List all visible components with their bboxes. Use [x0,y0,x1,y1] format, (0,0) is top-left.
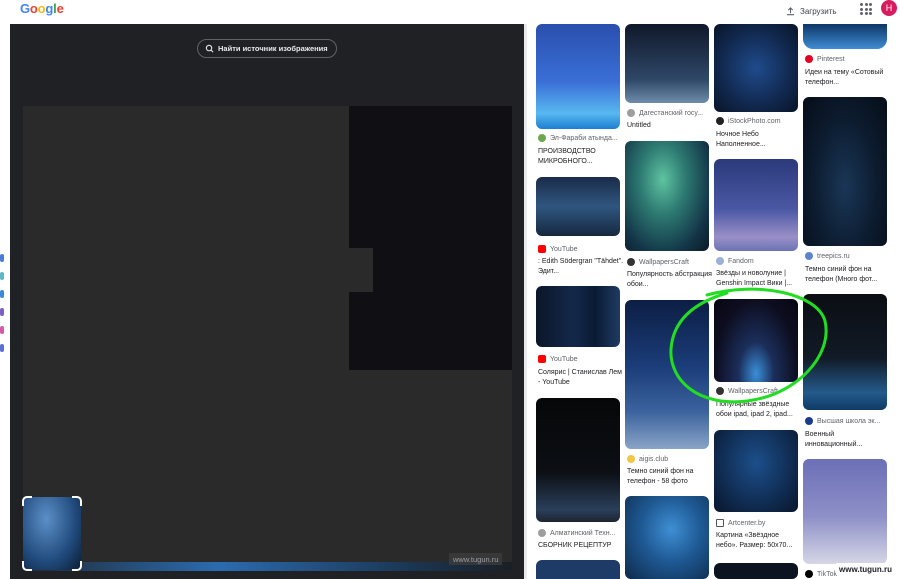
result-thumbnail[interactable] [625,141,709,251]
source-favicon [805,252,813,260]
apps-grid-icon[interactable] [860,3,872,15]
side-app-icon[interactable] [0,344,4,352]
result-thumbnail[interactable] [714,159,798,251]
upload-icon [786,6,795,15]
result-caption[interactable]: СБОРНИК РЕЦЕПТУР [538,541,624,551]
result-thumbnail[interactable] [536,24,620,129]
source-favicon [716,117,724,125]
crop-handle-bottom-right[interactable] [72,561,82,571]
left-side-strip [0,24,10,579]
result-thumbnail[interactable] [625,24,709,103]
result-thumbnail[interactable] [625,496,709,579]
image-dark-region [373,248,512,292]
result-source[interactable]: aigis.club [627,455,711,463]
result-caption[interactable]: ПРОИЗВОДСТВО МИКРОБНОГО... [538,147,624,167]
lens-icon [205,44,214,53]
source-favicon [716,257,724,265]
result-thumbnail[interactable] [625,300,709,449]
account-avatar[interactable]: Н [881,0,897,16]
source-favicon [716,387,724,395]
side-app-icon[interactable] [0,308,4,316]
visual-matches-grid: Эл-Фараби атында... ПРОИЗВОДСТВО МИКРОБН… [527,24,900,579]
result-source[interactable]: treepics.ru [805,252,889,260]
result-caption[interactable]: Картина «Звёздное небо». Размер: 50x70..… [716,531,802,551]
result-thumbnail[interactable] [714,563,798,579]
result-caption[interactable]: Популярные звёздные обои ipad, ipad 2, i… [716,400,802,420]
result-caption[interactable]: : Edith Södergran "Tähdet". Эдит... [538,257,624,277]
result-thumbnail[interactable] [536,286,620,347]
result-thumbnail[interactable] [714,430,798,512]
crop-handle-top-right[interactable] [72,496,82,506]
side-app-icon[interactable] [0,326,4,334]
result-thumbnail[interactable] [536,398,620,522]
image-dark-region [349,106,512,248]
result-source[interactable]: YouTube [538,355,622,363]
source-favicon [716,519,724,527]
logo-letter: o [29,1,38,16]
crop-selection-thumbnail[interactable] [23,497,81,570]
result-caption[interactable]: Untitled [627,121,713,131]
logo-letter: e [56,1,64,16]
result-caption[interactable]: Ночное Небо Наполненное... [716,130,802,150]
result-source[interactable]: YouTube [538,245,622,253]
result-source[interactable]: Дагестанский госу... [627,109,711,117]
source-favicon [538,529,546,537]
result-caption[interactable]: Темно синий фон на телефон - 58 фото [627,467,713,487]
logo-letter: g [45,1,54,16]
result-caption[interactable]: Популярность абстракция обои... [627,270,713,290]
image-watermark: www.tugun.ru [449,553,503,565]
upload-label: Загрузить [800,6,837,16]
result-thumbnail[interactable] [803,24,887,49]
source-favicon [538,134,546,142]
upload-button[interactable]: Загрузить [786,2,837,20]
side-app-icon[interactable] [0,254,4,262]
result-source[interactable]: WallpapersCraft [627,258,711,266]
tiktok-icon [805,570,813,578]
source-favicon [627,258,635,266]
find-source-label: Найти источник изображения [218,44,328,53]
result-source[interactable]: iStockPhoto.com [716,117,800,125]
result-caption[interactable]: Звёзды и новолуние | Genshin Impact Вики… [716,269,802,289]
result-source[interactable]: Artcenter.by [716,519,800,527]
source-favicon [627,109,635,117]
top-bar: Google Загрузить Н [0,0,900,24]
source-favicon [627,455,635,463]
logo-letter: G [20,1,30,16]
result-source[interactable]: Высшая школа эк... [805,417,889,425]
result-thumbnail[interactable] [714,24,798,112]
result-thumbnail[interactable] [714,299,798,382]
result-caption[interactable]: Военный инновационный... [805,430,891,450]
crop-handle-bottom-left[interactable] [22,561,32,571]
image-dark-region [349,292,512,370]
result-source[interactable]: Алматинский Техн... [538,529,622,537]
youtube-icon [538,245,546,253]
result-source[interactable]: Fandom [716,257,800,265]
source-favicon [805,417,813,425]
result-caption[interactable]: Темно синий фон на телефон (Много фот... [805,265,891,285]
image-bottom-glow [23,562,512,571]
result-thumbnail[interactable] [803,459,887,564]
google-logo[interactable]: Google [20,1,64,16]
youtube-icon [538,355,546,363]
result-source[interactable]: Эл-Фараби атында... [538,134,622,142]
result-caption[interactable]: Идеи на тему «Сотовый телефон... [805,68,891,88]
pinterest-icon [805,55,813,63]
result-source[interactable]: Pinterest [805,55,889,63]
side-app-icon[interactable] [0,272,4,280]
side-app-icon[interactable] [0,290,4,298]
find-image-source-button[interactable]: Найти источник изображения [197,39,337,58]
result-thumbnail[interactable] [536,177,620,236]
screen: Google Загрузить Н Найти источник изобра… [0,0,900,579]
result-thumbnail[interactable] [536,560,620,579]
crop-handle-top-left[interactable] [22,496,32,506]
result-thumbnail[interactable] [803,294,887,410]
result-source[interactable]: WallpapersCraft [716,387,800,395]
result-thumbnail[interactable] [803,97,887,246]
result-caption[interactable]: Солярис | Станислав Лем - YouTube [538,368,624,388]
page-watermark: www.tugun.ru [836,563,896,575]
